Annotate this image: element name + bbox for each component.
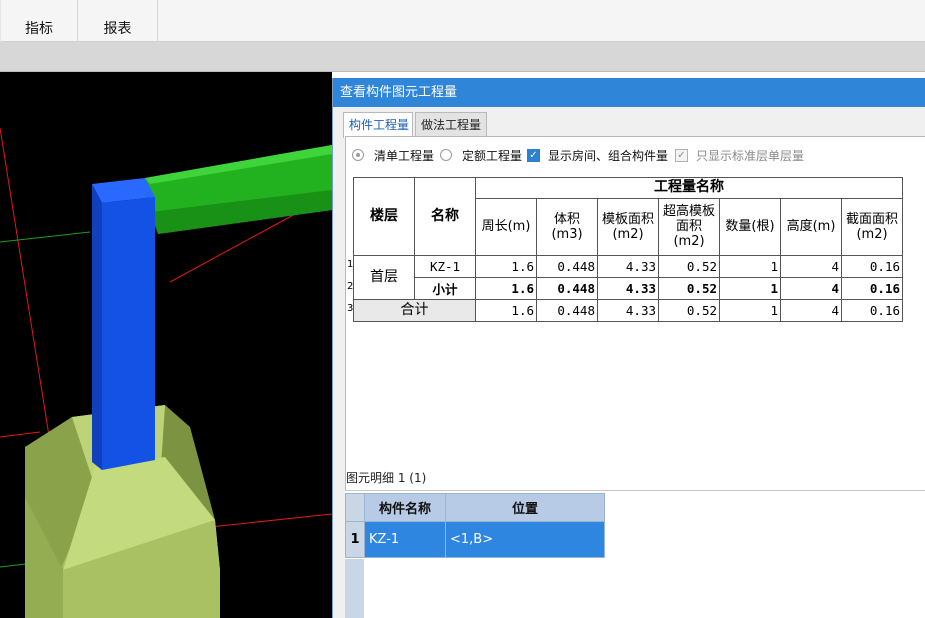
- cell-value: 4.33: [597, 255, 659, 278]
- cell-value: 1.6: [475, 299, 537, 322]
- label-standard-floor: 只显示标准层单层量: [696, 149, 805, 163]
- cell-floor: 首层: [353, 255, 415, 300]
- checkbox-standard-floor[interactable]: ✓: [675, 149, 688, 162]
- cell-value: 0.448: [536, 277, 598, 300]
- header-formwork-area[interactable]: 模板面积(m2): [597, 197, 659, 257]
- row-number: 2: [347, 281, 354, 292]
- checkbox-show-rooms[interactable]: ✓: [527, 149, 540, 162]
- cell-value: 0.52: [658, 299, 720, 322]
- cell-value: 0.52: [658, 255, 720, 278]
- quantity-dialog: 查看构件图元工程量 构件工程量 做法工程量 清单工程量 定额工程量 ✓ 显示房间…: [332, 78, 925, 618]
- cell-value: 4: [780, 255, 842, 278]
- quantity-panel: 清单工程量 定额工程量 ✓ 显示房间、组合构件量 ✓ 只显示标准层单层量 楼层 …: [345, 136, 925, 536]
- quantity-table: 楼层 名称 工程量名称 周长(m) 体积(m3) 模板面积(m2) 超高模板面积…: [353, 177, 903, 322]
- table-row-subtotal[interactable]: 小计 1.6 0.448 4.33 0.52 1 4 0.16: [354, 277, 903, 300]
- detail-header-component[interactable]: 构件名称: [364, 493, 446, 522]
- label-quota-quantity: 定额工程量: [462, 149, 523, 163]
- column-left-face: [92, 184, 102, 470]
- detail-label: 图元明细 1 (1): [346, 471, 427, 485]
- grid-line-red: [0, 431, 41, 438]
- detail-panel: 构件名称 位置 1 KZ-1 <1,B>: [345, 490, 925, 618]
- header-overheight-formwork[interactable]: 超高模板面积(m2): [658, 197, 720, 257]
- detail-header-position[interactable]: 位置: [445, 493, 605, 522]
- cell-value: 0.448: [536, 299, 598, 322]
- cell-value: 4.33: [597, 277, 659, 300]
- cell-value: 0.16: [841, 277, 903, 300]
- grid-line-green: [0, 231, 91, 243]
- cell-value: 4.33: [597, 299, 659, 322]
- header-floor[interactable]: 楼层: [353, 177, 415, 256]
- cell-value: 0.448: [536, 255, 598, 278]
- header-volume[interactable]: 体积(m3): [536, 197, 598, 257]
- table-row-total[interactable]: 合计 1.6 0.448 4.33 0.52 1 4 0.16: [353, 299, 903, 322]
- 3d-scene: [0, 127, 332, 618]
- dialog-title[interactable]: 查看构件图元工程量: [333, 78, 925, 107]
- detail-cell-position[interactable]: <1,B>: [445, 521, 605, 558]
- cell-name: KZ-1: [414, 255, 476, 278]
- header-height[interactable]: 高度(m): [780, 197, 842, 257]
- label-show-rooms: 显示房间、组合构件量: [548, 149, 669, 163]
- radio-quota-quantity[interactable]: [440, 149, 452, 161]
- menu-indicators[interactable]: 指标: [0, 0, 78, 42]
- cell-total-label: 合计: [353, 299, 476, 322]
- cell-value: 0.16: [841, 255, 903, 278]
- table-row[interactable]: 首层 KZ-1 1.6 0.448 4.33 0.52 1 4 0.16: [353, 255, 903, 300]
- cell-value: 1: [719, 299, 781, 322]
- cell-value: 4: [780, 299, 842, 322]
- detail-corner: [345, 493, 365, 522]
- header-name[interactable]: 名称: [414, 177, 476, 256]
- detail-row-number: 1: [345, 521, 365, 558]
- detail-cell-name[interactable]: KZ-1: [364, 521, 446, 558]
- detail-row[interactable]: 1 KZ-1 <1,B>: [345, 521, 605, 558]
- cell-value: 1: [719, 277, 781, 300]
- row-number: 1: [347, 259, 354, 270]
- radio-list-quantity[interactable]: [352, 149, 364, 161]
- cell-value: 0.52: [658, 277, 720, 300]
- cell-name: 小计: [414, 277, 476, 300]
- detail-table: 构件名称 位置 1 KZ-1 <1,B>: [345, 493, 605, 558]
- menu-bar: 指标 报表: [0, 0, 925, 42]
- toolbar-strip: [0, 42, 925, 72]
- row-header-strip: [345, 559, 364, 618]
- row-number: 3: [347, 303, 354, 314]
- grid-line-red: [209, 513, 332, 528]
- 3d-viewport[interactable]: [0, 72, 332, 618]
- cell-value: 1: [719, 255, 781, 278]
- column: [102, 197, 155, 470]
- cell-value: 1.6: [475, 255, 537, 278]
- tab-component-quantity[interactable]: 构件工程量: [343, 112, 413, 138]
- header-perimeter[interactable]: 周长(m): [475, 197, 537, 257]
- cell-value: 0.16: [841, 299, 903, 322]
- tab-method-quantity[interactable]: 做法工程量: [415, 112, 487, 136]
- cell-value: 4: [780, 277, 842, 300]
- header-group-quantity: 工程量名称: [475, 177, 903, 199]
- cell-value: 1.6: [475, 277, 537, 300]
- label-list-quantity: 清单工程量: [374, 149, 435, 163]
- header-count[interactable]: 数量(根): [719, 197, 781, 257]
- menu-reports[interactable]: 报表: [78, 0, 158, 42]
- header-section-area[interactable]: 截面面积(m2): [841, 197, 903, 257]
